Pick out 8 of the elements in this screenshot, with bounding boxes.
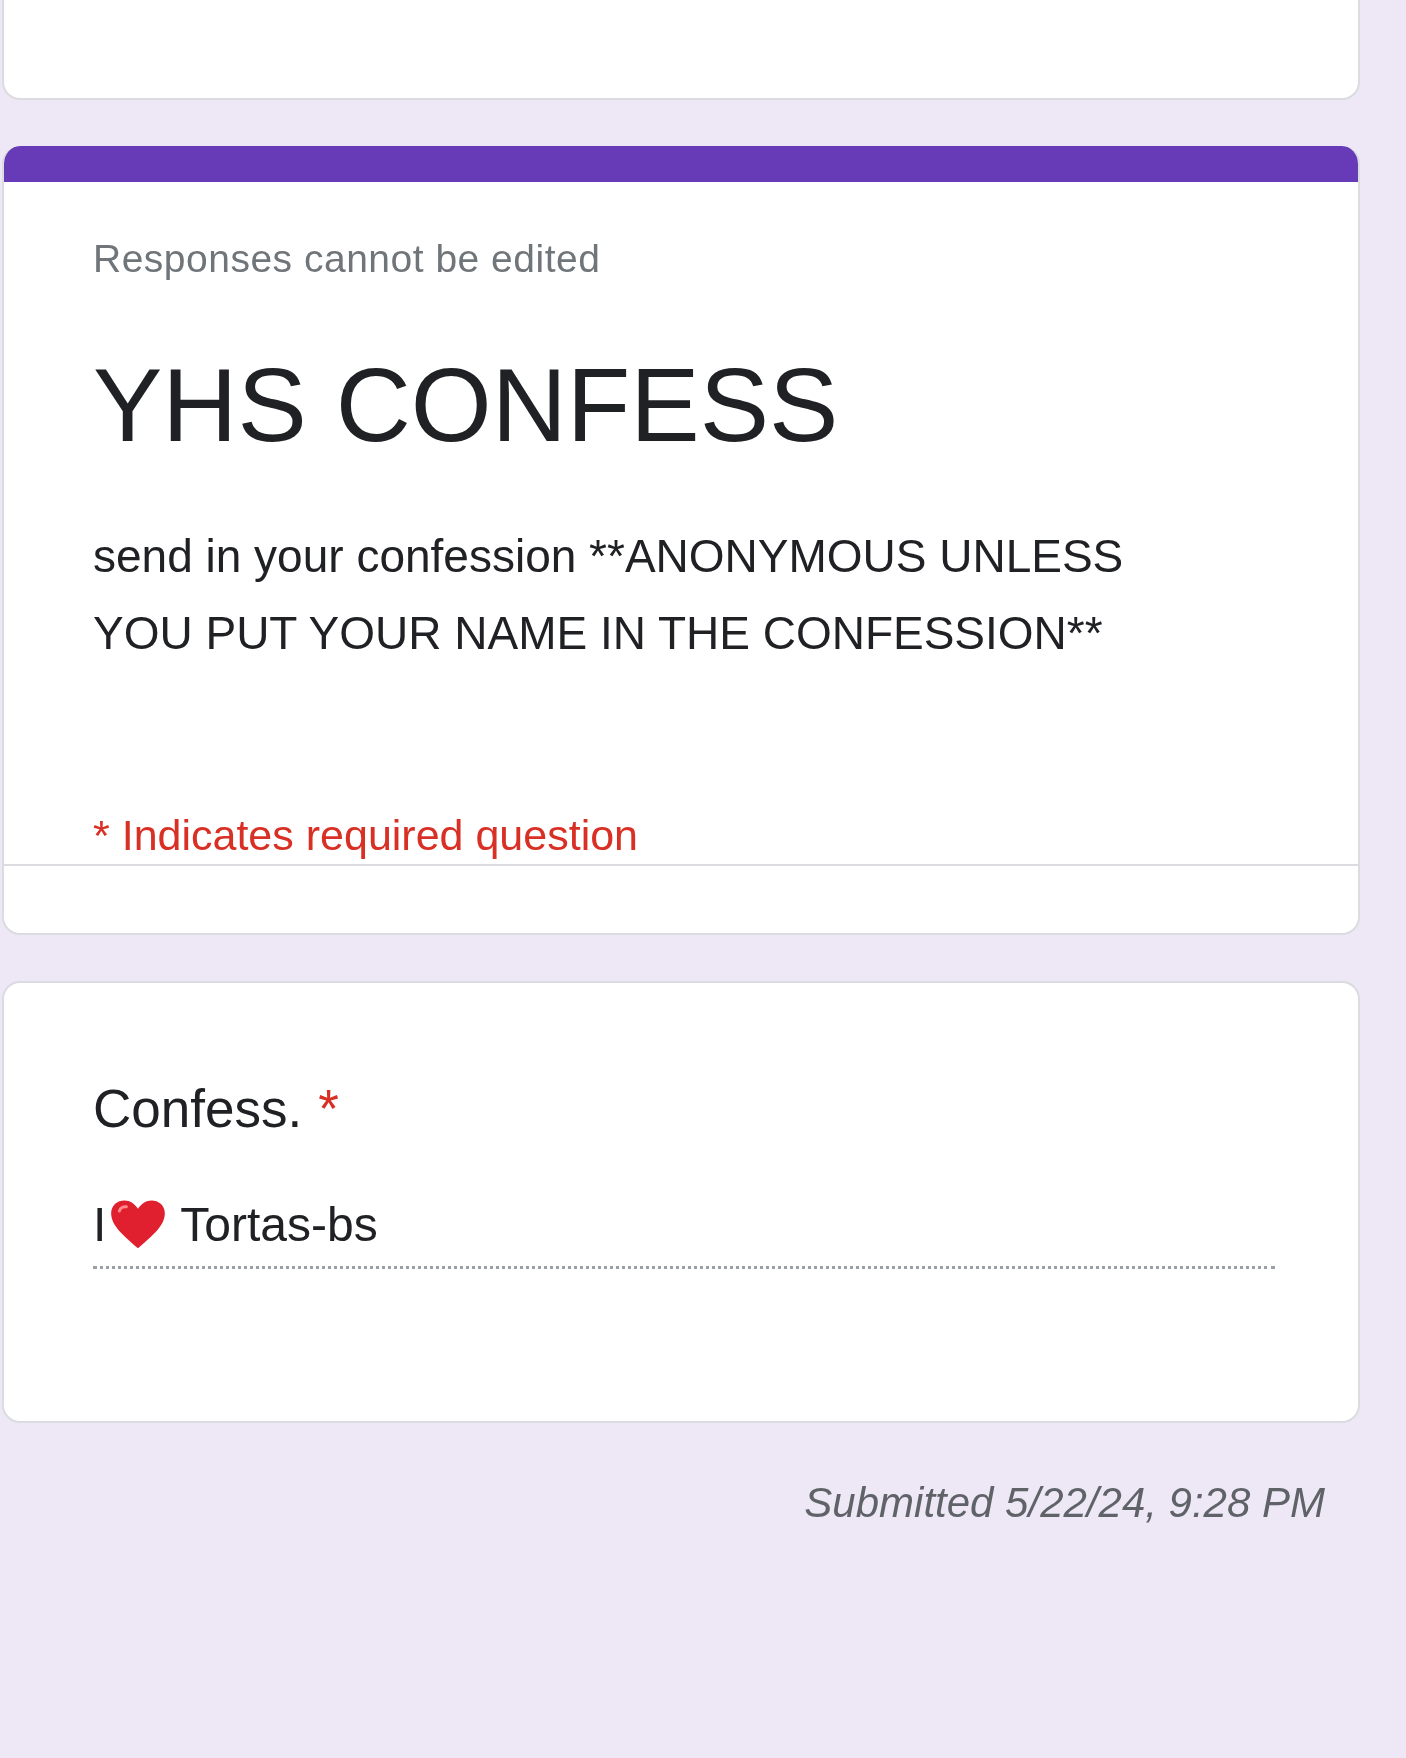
submitted-timestamp: Submitted 5/22/24, 9:28 PM — [803, 1479, 1325, 1527]
notice-text: Responses cannot be edited — [93, 237, 602, 281]
question-label: Confess. — [93, 1078, 303, 1139]
answer-field: I Tortas-bs — [93, 1197, 1275, 1269]
form-title: YHS CONFESS — [93, 348, 840, 463]
required-mark: * — [318, 1078, 339, 1139]
required-note: * Indicates required question — [93, 811, 640, 861]
form-description: send in your confession **ANONYMOUS UNLESS YOU PUT YOUR NAME IN THE CONFESSION** — [93, 529, 1125, 662]
